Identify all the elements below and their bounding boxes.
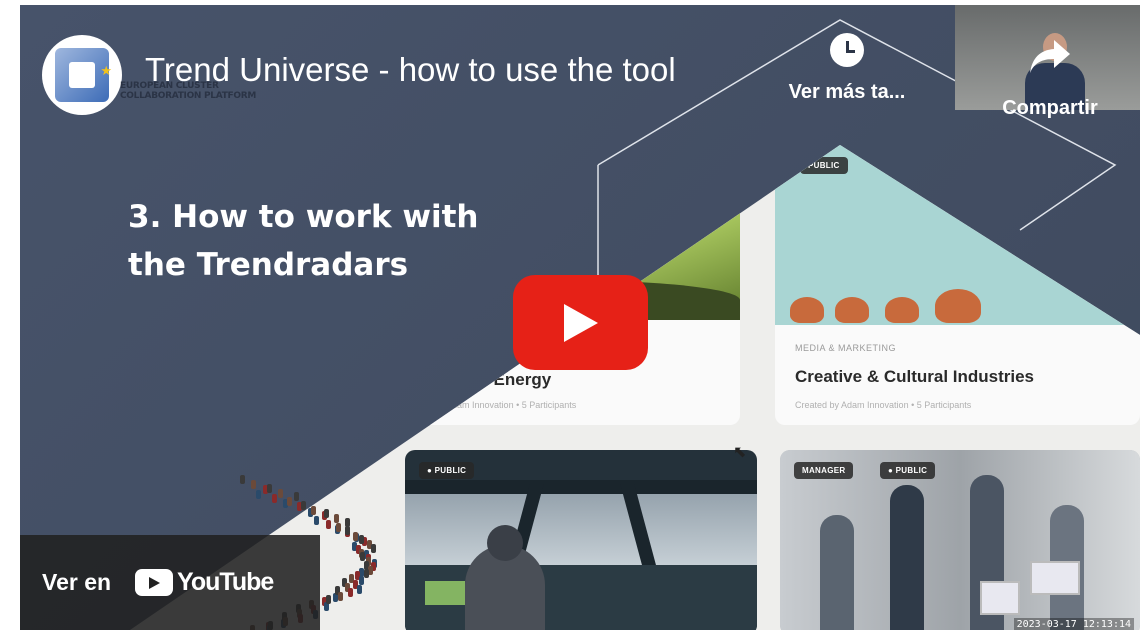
crowd-person — [348, 588, 353, 598]
public-badge: ● PUBLIC — [880, 462, 936, 479]
star-icon: ★ — [100, 63, 112, 78]
person-figure — [820, 515, 854, 630]
crowd-person — [356, 584, 362, 594]
crowd-person — [344, 526, 350, 536]
crowd-person — [267, 483, 273, 493]
card-title: Creative & Cultural Industries — [795, 367, 1035, 386]
person-figure — [890, 485, 924, 630]
timestamp: 2023-03-17 12:13:14 — [1013, 618, 1134, 630]
watch-later-button[interactable]: Ver más ta... — [762, 33, 932, 104]
youtube-wordmark: YouTube — [177, 568, 274, 596]
shrub-shape — [835, 297, 869, 323]
crowd-person — [255, 490, 261, 500]
crowd-person — [325, 595, 331, 604]
shrub-shape — [790, 297, 824, 323]
crowd-person — [286, 497, 292, 507]
youtube-logo-icon — [135, 569, 174, 596]
crowd-person — [271, 493, 277, 503]
crowd-person — [336, 523, 342, 532]
cockpit-screen — [425, 581, 465, 605]
crowd-person — [370, 543, 376, 553]
crowd-person — [359, 576, 365, 586]
share-arrow-icon — [975, 38, 1125, 83]
crowd-person — [359, 535, 365, 544]
crowd-person — [293, 492, 299, 502]
play-icon — [563, 303, 598, 342]
play-button[interactable] — [513, 275, 648, 370]
crowd-person — [359, 552, 365, 562]
share-button[interactable]: Compartir — [975, 38, 1125, 120]
section-heading: 3. How to work with the Trendradars — [128, 193, 479, 289]
pilot-figure — [465, 525, 545, 630]
crowd-person — [363, 569, 369, 579]
crowd-person — [337, 591, 343, 601]
shopping-bag — [1030, 561, 1080, 595]
crowd-person — [251, 480, 257, 490]
section-heading-line1: 3. How to work with — [128, 199, 479, 235]
shopping-bag — [980, 581, 1020, 615]
logo-caption-line2: COLLABORATION PLATFORM — [120, 91, 257, 101]
cockpit-frame — [405, 480, 757, 570]
card-subtitle: Created by Adam Innovation • 5 Participa… — [795, 400, 972, 410]
clock-icon — [830, 33, 864, 67]
video-title[interactable]: Trend Universe - how to use the tool — [145, 51, 676, 89]
logo[interactable]: ★ — [42, 35, 122, 115]
share-label: Compartir — [1002, 97, 1098, 119]
mouse-cursor-icon: ⬉ — [733, 444, 747, 461]
crowd-person — [325, 519, 331, 529]
public-badge: ● PUBLIC — [419, 462, 475, 479]
manager-badge: MANAGER — [794, 462, 854, 479]
crowd-person — [368, 565, 374, 575]
crowd-person — [278, 488, 284, 498]
crowd-person — [324, 509, 330, 519]
crowd-person — [240, 475, 245, 484]
crowd-person — [300, 500, 306, 510]
video-player[interactable]: Renewable Energy Created by Adam Innovat… — [20, 5, 1140, 630]
section-heading-line2: the Trendradars — [128, 247, 409, 283]
crowd-person — [353, 531, 359, 541]
shrub-shape — [885, 297, 919, 323]
crowd-person — [313, 516, 319, 526]
watch-later-label: Ver más ta... — [788, 81, 906, 103]
card-street: MANAGER ● PUBLIC 2023-03-17 12:13:14 — [780, 450, 1140, 630]
shrub-shape — [935, 289, 981, 323]
crowd-person — [311, 505, 317, 515]
watch-on-youtube-button[interactable]: Ver en YouTube — [20, 535, 320, 630]
card-category: MEDIA & MARKETING — [795, 343, 897, 353]
card-cockpit: ● PUBLIC — [405, 450, 757, 630]
watch-on-label: Ver en — [42, 569, 112, 595]
